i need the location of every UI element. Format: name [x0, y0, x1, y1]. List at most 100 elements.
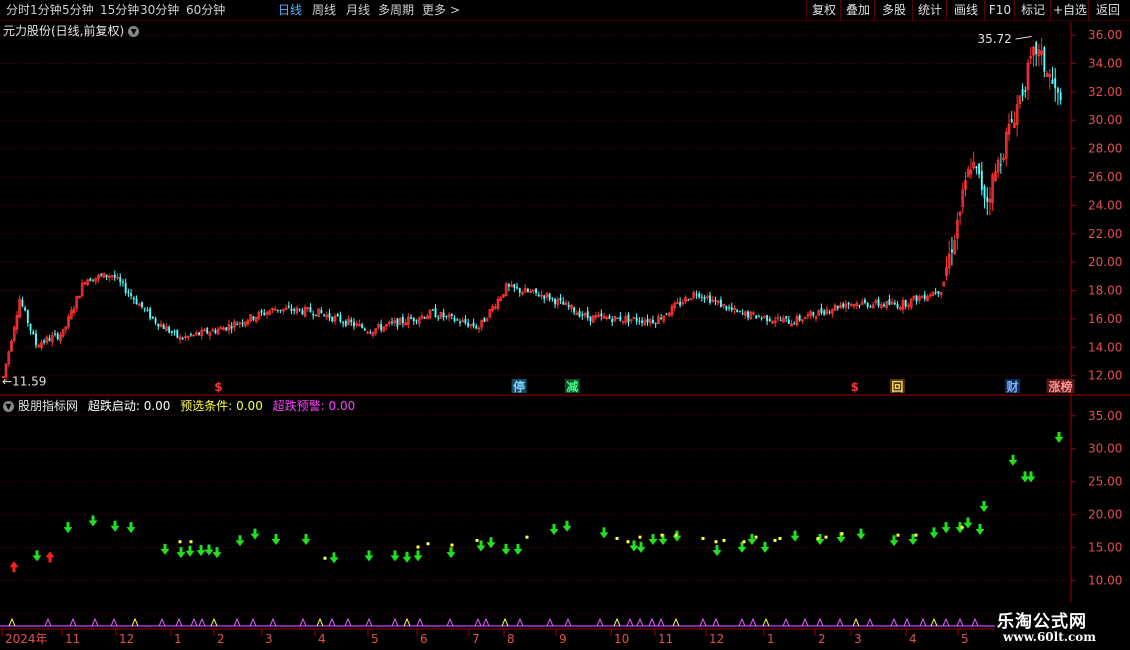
indicator-tick-label: 20.00: [1088, 508, 1122, 522]
indicator-tick-label: 30.00: [1088, 442, 1122, 456]
down-arrow-signal: [88, 515, 98, 527]
candle-body: [866, 303, 869, 307]
down-arrow-signal: [856, 528, 866, 540]
period-tab[interactable]: 周线: [312, 2, 336, 18]
down-arrow-signal: [760, 541, 770, 553]
candle-body: [980, 170, 983, 190]
candle-body: [937, 291, 940, 294]
candle-body: [342, 322, 345, 324]
candle-body: [654, 323, 657, 325]
candle-body: [263, 312, 266, 315]
baseline-marker: [546, 617, 554, 627]
candle-body: [43, 340, 46, 343]
candle-body: [157, 323, 160, 327]
candle-body: [331, 316, 334, 322]
toolbar-button[interactable]: 多股: [874, 0, 913, 20]
candle-body: [507, 284, 510, 287]
period-tab[interactable]: 更多: [422, 2, 446, 18]
candle-body: [730, 307, 733, 310]
toolbar-button[interactable]: 统计: [912, 0, 947, 20]
candle-body: [121, 281, 124, 283]
candle-body: [883, 304, 885, 307]
candle-body: [181, 338, 184, 340]
candle-body: [344, 320, 347, 326]
candle-body: [741, 313, 744, 315]
candle-body: [893, 302, 896, 305]
period-tab[interactable]: 60分钟: [186, 2, 225, 18]
baseline-marker: [175, 617, 183, 627]
candle-body: [24, 307, 27, 311]
time-tick-label: 4: [318, 632, 326, 646]
period-tab[interactable]: 30分钟: [140, 2, 179, 18]
period-tab[interactable]: 1分钟: [30, 2, 62, 18]
baseline-marker: [956, 617, 964, 627]
candle-body: [363, 328, 366, 331]
candle-body: [298, 308, 301, 310]
period-tab[interactable]: 5分钟: [62, 2, 94, 18]
candle-body: [896, 304, 899, 308]
candle-body: [616, 317, 619, 319]
period-tab[interactable]: 多周期: [378, 2, 414, 18]
candle-body: [543, 295, 546, 299]
toolbar-button[interactable]: +自选: [1050, 0, 1089, 20]
candle-body: [168, 326, 171, 333]
candle-body: [48, 338, 51, 341]
baseline-marker: [648, 617, 656, 627]
baseline-marker: [391, 617, 399, 627]
candle-body: [483, 317, 486, 322]
candle-body: [401, 316, 404, 324]
toolbar-button[interactable]: 画线: [946, 0, 985, 20]
candle-body: [700, 296, 703, 298]
stock-title[interactable]: 元力股份(日线,前复权) ▼: [3, 22, 140, 39]
warning-dot-signal: [742, 540, 746, 544]
down-arrow-signal: [712, 545, 722, 557]
price-tick-label: 26.00: [1088, 170, 1122, 184]
toolbar-button[interactable]: 返回: [1088, 0, 1127, 20]
candle-body: [779, 319, 782, 321]
candle-body: [915, 295, 918, 302]
chevron-down-icon[interactable]: ▼: [3, 401, 14, 412]
candle-body: [89, 278, 92, 282]
indicator-line-label: 超跌启动: 0.00: [87, 399, 171, 413]
candle-body: [236, 324, 239, 326]
candle-body: [608, 315, 611, 319]
toolbar-button[interactable]: 标记: [1014, 0, 1051, 20]
candle-body: [442, 312, 445, 318]
baseline-marker: [971, 617, 979, 627]
warning-dot-signal: [450, 543, 454, 547]
toolbar-button[interactable]: 叠加: [840, 0, 875, 20]
period-tab[interactable]: 月线: [346, 2, 370, 18]
chevron-right-icon[interactable]: >: [450, 2, 460, 18]
time-tick-label: 8: [507, 632, 515, 646]
candle-body: [135, 298, 138, 304]
candle-body: [130, 293, 133, 296]
period-tab[interactable]: 15分钟: [100, 2, 139, 18]
time-axis: 2024年 11 12 1 2 3 4 5 6 7 8 9 10 11 12 1 2 3 4 5: [1, 629, 969, 646]
baseline-marker: [8, 617, 16, 627]
chevron-down-icon[interactable]: ▼: [128, 26, 140, 37]
price-axis: 36.00 34.00 32.00 30.00 28.00 26.00 24.00 22.00…: [1071, 28, 1122, 383]
candle-body: [459, 321, 461, 324]
time-tick-label: 1: [174, 632, 182, 646]
indicator-name[interactable]: 股朋指标网: [18, 399, 78, 413]
baseline-marker: [69, 617, 77, 627]
toolbar-button[interactable]: 复权: [806, 0, 841, 20]
price-tick-label: 22.00: [1088, 227, 1122, 241]
event-markers: $ 停 减 $ 回 财 涨榜: [214, 379, 1075, 394]
down-arrow-signal: [486, 537, 496, 549]
period-tab[interactable]: 日线: [278, 2, 302, 18]
candle-body: [412, 317, 415, 322]
warning-dot-signal: [660, 533, 664, 537]
candle-body: [230, 326, 233, 329]
warning-dot-signal: [824, 535, 828, 539]
period-tab[interactable]: 分时: [6, 2, 30, 18]
candle-body: [423, 317, 426, 319]
toolbar-button[interactable]: F10: [984, 0, 1015, 20]
baseline-marker: [269, 617, 277, 627]
candle-body: [793, 323, 796, 325]
baseline-marker: [344, 617, 352, 627]
warning-dot-signal: [840, 532, 844, 536]
baseline-marker: [233, 617, 241, 627]
candle-body: [513, 284, 516, 289]
candle-body: [687, 299, 690, 301]
